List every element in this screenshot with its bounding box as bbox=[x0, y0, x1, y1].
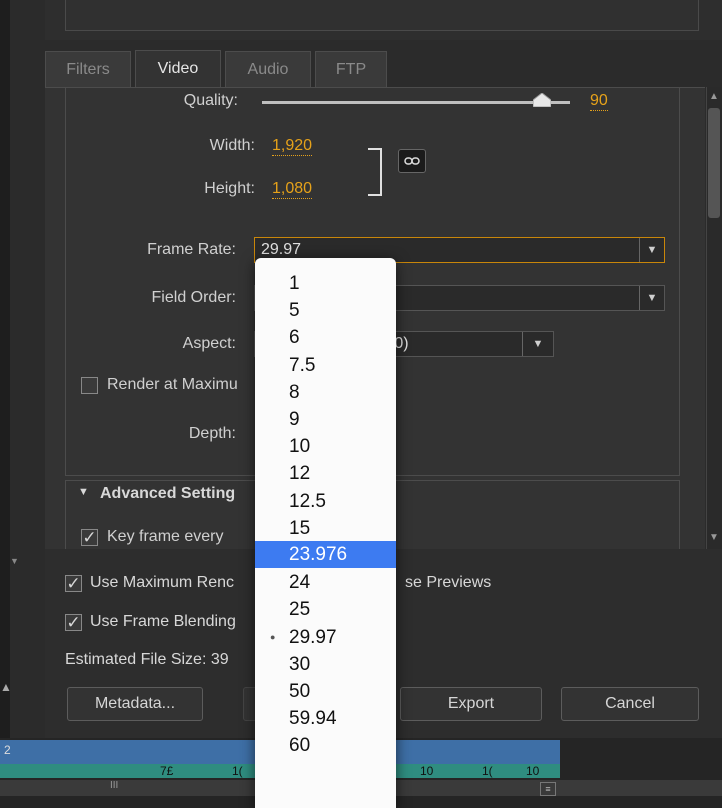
use-frame-blending-checkbox[interactable]: ✓ bbox=[65, 614, 82, 631]
frame-rate-option-label: 25 bbox=[289, 599, 311, 621]
quality-slider-track[interactable] bbox=[262, 101, 570, 104]
tab-audio[interactable]: Audio bbox=[225, 51, 311, 88]
grip-icon[interactable]: ≡ bbox=[540, 782, 556, 796]
quality-slider-thumb[interactable] bbox=[533, 93, 551, 107]
width-label: Width: bbox=[209, 137, 255, 154]
frame-rate-option[interactable]: 30 bbox=[255, 651, 396, 678]
frame-rate-option[interactable]: 1 bbox=[255, 270, 396, 297]
frame-rate-option-label: 7.5 bbox=[289, 354, 316, 376]
chevron-down-icon: ▼ bbox=[639, 238, 664, 262]
scroll-up-arrow-icon[interactable]: ▲ bbox=[706, 87, 722, 107]
frame-rate-option-label: 24 bbox=[289, 572, 311, 594]
top-panel-box bbox=[65, 0, 699, 31]
panel-expand-arrow-icon[interactable]: ▲ bbox=[0, 680, 12, 700]
timeline-label: 10 bbox=[420, 764, 434, 778]
frame-rate-option-label: 6 bbox=[289, 327, 300, 349]
frame-rate-option[interactable]: 15 bbox=[255, 515, 396, 542]
timeline-scroll-grip[interactable]: III bbox=[110, 780, 118, 791]
field-order-label: Field Order: bbox=[151, 289, 236, 306]
frame-rate-option-label: 1 bbox=[289, 273, 300, 294]
frame-rate-option-label: 23.976 bbox=[289, 544, 348, 565]
tab-ftp[interactable]: FTP bbox=[315, 51, 387, 88]
timeline-label: 2 bbox=[4, 743, 11, 757]
timeline-label: 10 bbox=[526, 764, 540, 778]
frame-rate-option-label: 5 bbox=[289, 300, 300, 322]
frame-rate-selected-value: 29.97 bbox=[261, 241, 302, 258]
aspect-link-bracket bbox=[368, 148, 382, 196]
frame-rate-option-label: 15 bbox=[289, 517, 311, 539]
quality-label: Quality: bbox=[183, 92, 238, 109]
use-frame-blending-label: Use Frame Blending bbox=[90, 613, 236, 630]
estimated-file-size-label: Estimated File Size: 39 bbox=[65, 651, 229, 668]
use-max-render-quality-checkbox[interactable]: ✓ bbox=[65, 575, 82, 592]
frame-rate-option[interactable]: 9 bbox=[255, 406, 396, 433]
width-value[interactable]: 1,920 bbox=[272, 137, 313, 156]
aspect-label: Aspect: bbox=[182, 335, 236, 352]
frame-rate-option-label: 12 bbox=[289, 463, 311, 485]
frame-rate-option[interactable]: 10 bbox=[255, 433, 396, 460]
tab-video[interactable]: Video bbox=[135, 50, 221, 89]
render-max-depth-checkbox[interactable] bbox=[81, 377, 98, 394]
use-previews-label: se Previews bbox=[405, 574, 492, 591]
frame-rate-option-label: 10 bbox=[289, 436, 311, 458]
frame-rate-option[interactable]: 24 bbox=[255, 569, 396, 596]
frame-rate-option-label: 30 bbox=[289, 653, 311, 675]
frame-rate-option[interactable]: 12 bbox=[255, 460, 396, 487]
disclosure-triangle-icon[interactable]: ▼ bbox=[78, 486, 89, 498]
chevron-down-icon: ▼ bbox=[639, 286, 664, 310]
metadata-button[interactable]: Metadata... bbox=[67, 687, 203, 721]
frame-rate-option[interactable]: 6 bbox=[255, 324, 396, 351]
frame-rate-option[interactable]: ● 29.97 bbox=[255, 624, 396, 651]
frame-rate-option[interactable]: 60 bbox=[255, 732, 396, 759]
frame-rate-dropdown-menu: 1 5 6 7.5 8 9 10 12 12.5 15 23.976 24 25 ● 29.97 30 50 59… bbox=[255, 258, 396, 808]
quality-value[interactable]: 90 bbox=[590, 92, 608, 111]
scrollbar-thumb[interactable] bbox=[708, 108, 720, 218]
frame-rate-option-label: 59.94 bbox=[289, 708, 337, 730]
render-max-depth-label: Render at Maximu bbox=[107, 376, 238, 393]
tab-filters[interactable]: Filters bbox=[45, 51, 131, 88]
frame-rate-option-label: 60 bbox=[289, 735, 311, 757]
frame-rate-option[interactable]: 23.976 bbox=[255, 541, 396, 568]
constrain-proportions-button[interactable] bbox=[398, 149, 426, 173]
frame-rate-option[interactable]: 8 bbox=[255, 379, 396, 406]
current-selection-dot-icon: ● bbox=[270, 631, 276, 642]
height-value[interactable]: 1,080 bbox=[272, 180, 313, 199]
panel-collapse-arrow-icon[interactable]: ▼ bbox=[10, 556, 24, 574]
frame-rate-option-label: 8 bbox=[289, 381, 300, 403]
timeline-label: 1( bbox=[482, 764, 493, 778]
key-frame-checkbox[interactable]: ✓ bbox=[81, 529, 98, 546]
use-max-render-quality-label: Use Maximum Renc bbox=[90, 574, 235, 591]
frame-rate-option[interactable]: 25 bbox=[255, 596, 396, 623]
cancel-button[interactable]: Cancel bbox=[561, 687, 699, 721]
timeline-label: 7£ bbox=[160, 764, 174, 778]
chain-link-icon bbox=[404, 157, 420, 165]
frame-rate-option-label: 50 bbox=[289, 681, 311, 702]
frame-rate-option-label: 29.97 bbox=[289, 626, 337, 648]
frame-rate-option-label: 12.5 bbox=[289, 490, 326, 512]
timeline-label: 1( bbox=[232, 764, 243, 778]
key-frame-label: Key frame every bbox=[107, 528, 224, 545]
frame-rate-option[interactable]: 12.5 bbox=[255, 488, 396, 515]
height-label: Height: bbox=[204, 180, 255, 197]
frame-rate-option[interactable]: 5 bbox=[255, 297, 396, 324]
scroll-down-arrow-icon[interactable]: ▼ bbox=[706, 528, 722, 548]
frame-rate-option[interactable]: 7.5 bbox=[255, 352, 396, 379]
frame-rate-label: Frame Rate: bbox=[147, 241, 236, 258]
export-button[interactable]: Export bbox=[400, 687, 542, 721]
depth-label: Depth: bbox=[188, 425, 236, 442]
chevron-down-icon: ▼ bbox=[522, 332, 553, 356]
frame-rate-option[interactable]: 59.94 bbox=[255, 705, 396, 732]
frame-rate-option-label: 9 bbox=[289, 409, 300, 430]
advanced-settings-header[interactable]: Advanced Setting bbox=[100, 485, 235, 503]
frame-rate-option[interactable]: 50 bbox=[255, 678, 396, 705]
